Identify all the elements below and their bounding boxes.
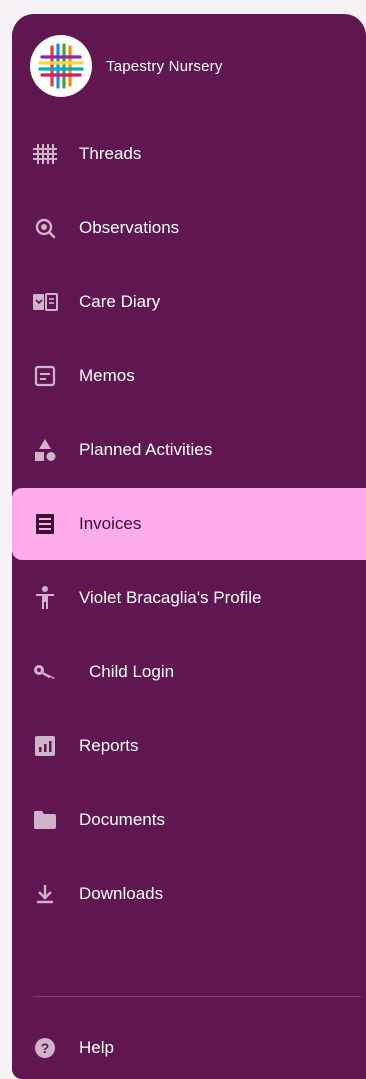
- nav-item-child-login[interactable]: Child Login: [12, 636, 366, 708]
- nav-label-memos: Memos: [79, 366, 135, 385]
- nav-item-invoices[interactable]: Invoices: [12, 488, 366, 560]
- nav-item-documents[interactable]: Documents: [12, 784, 366, 856]
- nav-label-documents: Documents: [79, 810, 165, 829]
- sidebar: Tapestry Nursery Threads Observations Ca…: [12, 14, 366, 1079]
- person-icon: [31, 584, 59, 612]
- observation-icon: [31, 214, 59, 242]
- nav-divider: [33, 996, 361, 997]
- nav-label-threads: Threads: [79, 144, 142, 163]
- nav-item-reports[interactable]: Reports: [12, 710, 366, 782]
- nav-item-memos[interactable]: Memos: [12, 340, 366, 412]
- help-icon: ?: [31, 1034, 59, 1062]
- tapestry-weave-icon: [38, 43, 84, 89]
- tapestry-logo: [30, 35, 92, 97]
- nav-label-invoices: Invoices: [79, 514, 142, 533]
- download-icon: [31, 880, 59, 908]
- nav-label-help: Help: [79, 1038, 114, 1057]
- memo-icon: [31, 362, 59, 390]
- nav-label-care-diary: Care Diary: [79, 292, 161, 311]
- brand-name: Tapestry Nursery: [106, 57, 223, 75]
- nav-item-planned-activities[interactable]: Planned Activities: [12, 414, 366, 486]
- nav-label-downloads: Downloads: [79, 884, 164, 903]
- invoice-icon: [31, 510, 59, 538]
- nav-label-reports: Reports: [79, 736, 139, 755]
- nav-item-help[interactable]: ? Help: [12, 1020, 366, 1076]
- nav-item-threads[interactable]: Threads: [12, 118, 366, 190]
- svg-text:?: ?: [41, 1040, 50, 1056]
- shapes-icon: [31, 436, 59, 464]
- nav-item-care-diary[interactable]: Care Diary: [12, 266, 366, 338]
- nav-item-downloads[interactable]: Downloads: [12, 858, 366, 930]
- nav-label-profile: Violet Bracaglia's Profile: [79, 588, 262, 607]
- key-icon: [31, 658, 59, 686]
- nav-label-planned-activities: Planned Activities: [79, 440, 213, 459]
- brand[interactable]: Tapestry Nursery: [30, 34, 223, 98]
- book-icon: [31, 288, 59, 316]
- nav-label-child-login: Child Login: [89, 662, 175, 681]
- report-icon: [31, 732, 59, 760]
- nav-label-observations: Observations: [79, 218, 180, 237]
- grid-icon: [31, 140, 59, 168]
- folder-icon: [31, 806, 59, 834]
- nav-item-observations[interactable]: Observations: [12, 192, 366, 264]
- nav-item-profile[interactable]: Violet Bracaglia's Profile: [12, 562, 366, 634]
